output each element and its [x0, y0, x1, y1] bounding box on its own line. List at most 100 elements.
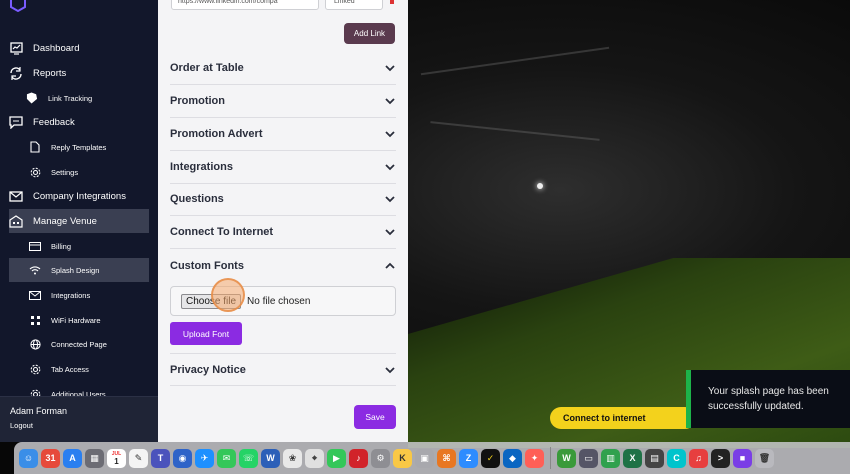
section-title: Privacy Notice — [170, 363, 246, 376]
sidebar-item-label: Dashboard — [33, 42, 80, 54]
sidebar-item-connected-page[interactable]: Connected Page — [9, 332, 149, 356]
sidebar-item-wifi-hardware[interactable]: WiFi Hardware — [9, 308, 149, 332]
app-logo-icon — [10, 0, 26, 12]
section-title: Custom Fonts — [170, 259, 244, 272]
trash-alt-icon[interactable]: ▤ — [645, 448, 664, 468]
upload-font-button[interactable]: Upload Font — [170, 322, 242, 345]
sidebar-item-billing[interactable]: Billing — [9, 234, 149, 258]
sidebar-item-feedback[interactable]: Feedback — [9, 110, 149, 134]
facetime-icon[interactable]: ▶ — [327, 448, 346, 468]
sidebar-item-label: Connected Page — [51, 339, 107, 349]
finder-icon[interactable]: ☺ — [19, 448, 38, 468]
link-url-input[interactable]: https://www.linkedin.com/compa — [171, 0, 319, 10]
preview-icon[interactable]: ▣ — [415, 448, 434, 468]
calendar-app-icon[interactable]: JUL 1 — [107, 448, 126, 468]
section-integrations[interactable]: Integrations — [170, 151, 396, 184]
chrome-icon[interactable]: ◉ — [173, 448, 192, 468]
stickies-icon[interactable]: ✦ — [525, 448, 544, 468]
sidebar-item-integrations[interactable]: Integrations — [9, 283, 149, 307]
zoom-icon[interactable]: Z — [459, 448, 478, 468]
link-type-select[interactable]: Linked — [325, 0, 383, 10]
sidebar-item-label: Manage Venue — [33, 215, 97, 227]
sidebar-item-tab-access[interactable]: Tab Access — [9, 357, 149, 381]
podcasts-icon[interactable]: ♫ — [689, 448, 708, 468]
section-privacy-notice[interactable]: Privacy Notice — [170, 353, 396, 386]
canva-icon[interactable]: C — [667, 448, 686, 468]
toast-message: Your splash page has been successfully u… — [708, 386, 829, 412]
app-store-icon[interactable]: A — [63, 448, 82, 468]
sidebar-item-label: Settings — [51, 167, 79, 177]
sidebar-item-label: Reports — [33, 67, 67, 79]
sidebar-item-dashboard[interactable]: Dashboard — [9, 36, 149, 60]
word-icon[interactable]: W — [261, 448, 280, 468]
music-icon[interactable]: ♪ — [349, 448, 368, 468]
section-promotion-advert[interactable]: Promotion Advert — [170, 118, 396, 151]
background-light — [537, 183, 543, 189]
chat-icon — [9, 115, 23, 129]
whatsapp-icon[interactable]: ☏ — [239, 448, 258, 468]
trash-icon[interactable]: 🗑 — [755, 448, 774, 468]
display-icon[interactable]: ▭ — [579, 448, 598, 468]
calendar-icon[interactable]: 31 — [41, 448, 60, 468]
gear-icon — [29, 166, 41, 178]
section-connect-to-internet[interactable]: Connect To Internet — [170, 216, 396, 249]
sidebar-item-manage-venue[interactable]: Manage Venue — [9, 209, 149, 233]
chevron-down-icon — [384, 128, 396, 140]
background-rail — [420, 46, 610, 76]
font-file-input[interactable]: Choose file No file chosen — [170, 286, 396, 316]
section-order-at-table[interactable]: Order at Table — [170, 52, 396, 85]
section-title: Promotion — [170, 95, 225, 107]
keynote-icon[interactable]: K — [393, 448, 412, 468]
click-highlight — [211, 278, 245, 312]
sidebar-item-company-integrations[interactable]: Company Integrations — [9, 184, 149, 208]
document-icon — [29, 141, 41, 153]
photos-icon[interactable]: ❀ — [283, 448, 302, 468]
teams-icon[interactable]: T — [151, 448, 170, 468]
wonderware-icon[interactable]: W — [557, 448, 576, 468]
building-icon — [9, 214, 23, 228]
chevron-down-icon — [384, 62, 396, 74]
dashboard-icon — [9, 41, 23, 55]
sidebar-item-reports[interactable]: Reports — [9, 61, 149, 85]
script-editor-icon[interactable]: ⌘ — [437, 448, 456, 468]
numbers-icon[interactable]: ▥ — [601, 448, 620, 468]
section-promotion[interactable]: Promotion — [170, 85, 396, 118]
add-link-button[interactable]: Add Link — [344, 23, 395, 44]
sidebar: Dashboard Reports Link Tracking Feedback… — [0, 0, 158, 442]
sidebar-item-splash-design[interactable]: Splash Design — [9, 258, 149, 282]
app-folder-icon[interactable]: ■ — [733, 448, 752, 468]
chevron-up-icon — [384, 260, 396, 272]
section-questions[interactable]: Questions — [170, 183, 396, 216]
sidebar-item-settings[interactable]: Settings — [9, 160, 149, 184]
messages-icon[interactable]: ✉ — [217, 448, 236, 468]
sidebar-item-reply-templates[interactable]: Reply Templates — [9, 135, 149, 159]
section-title: Connect To Internet — [170, 226, 274, 238]
safari-icon[interactable]: ✈ — [195, 448, 214, 468]
section-title: Promotion Advert — [170, 128, 263, 140]
maps-icon[interactable]: ⌖ — [305, 448, 324, 468]
excel-icon[interactable]: X — [623, 448, 642, 468]
logout-link[interactable]: Logout — [10, 421, 33, 430]
connect-to-internet-button[interactable]: Connect to internet — [550, 407, 696, 429]
notes-icon[interactable]: ✎ — [129, 448, 148, 468]
background-rail — [430, 121, 600, 141]
remove-link-icon[interactable] — [390, 0, 394, 4]
docker-icon[interactable]: ◆ — [503, 448, 522, 468]
sidebar-item-label: Company Integrations — [33, 190, 126, 202]
sidebar-item-label: Tab Access — [51, 364, 89, 374]
mail-icon — [29, 289, 41, 301]
user-box: Adam Forman Logout — [0, 396, 158, 442]
file-status-text: No file chosen — [247, 295, 311, 307]
sidebar-item-label: Feedback — [33, 116, 75, 128]
shortcuts-icon[interactable]: ✓ — [481, 448, 500, 468]
terminal-icon[interactable]: > — [711, 448, 730, 468]
section-custom-fonts[interactable]: Custom Fonts — [170, 249, 396, 282]
launchpad-icon[interactable]: ▦ — [85, 448, 104, 468]
calendar-day: 1 — [114, 457, 119, 466]
sidebar-item-label: Reply Templates — [51, 142, 107, 152]
sidebar-item-label: Splash Design — [51, 265, 100, 275]
chevron-down-icon — [384, 95, 396, 107]
settings-icon[interactable]: ⚙ — [371, 448, 390, 468]
sidebar-item-link-tracking[interactable]: Link Tracking — [9, 86, 149, 110]
save-button[interactable]: Save — [354, 405, 396, 429]
